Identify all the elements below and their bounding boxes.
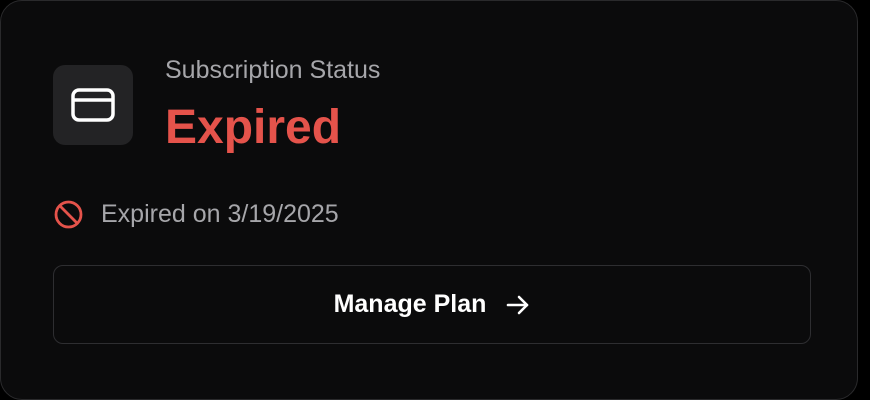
prohibited-icon (53, 199, 84, 230)
manage-plan-button[interactable]: Manage Plan (53, 265, 811, 344)
expiry-row: Expired on 3/19/2025 (53, 197, 339, 231)
subscription-status-label: Subscription Status (165, 56, 381, 84)
credit-card-icon (71, 88, 115, 122)
arrow-right-icon (506, 294, 530, 316)
manage-plan-label: Manage Plan (333, 290, 487, 318)
subscription-status-value: Expired (165, 101, 342, 154)
credit-card-icon-tile (53, 65, 133, 145)
subscription-card: Subscription Status Expired Expired on 3… (0, 0, 858, 400)
expiry-date-text: Expired on 3/19/2025 (101, 200, 339, 228)
